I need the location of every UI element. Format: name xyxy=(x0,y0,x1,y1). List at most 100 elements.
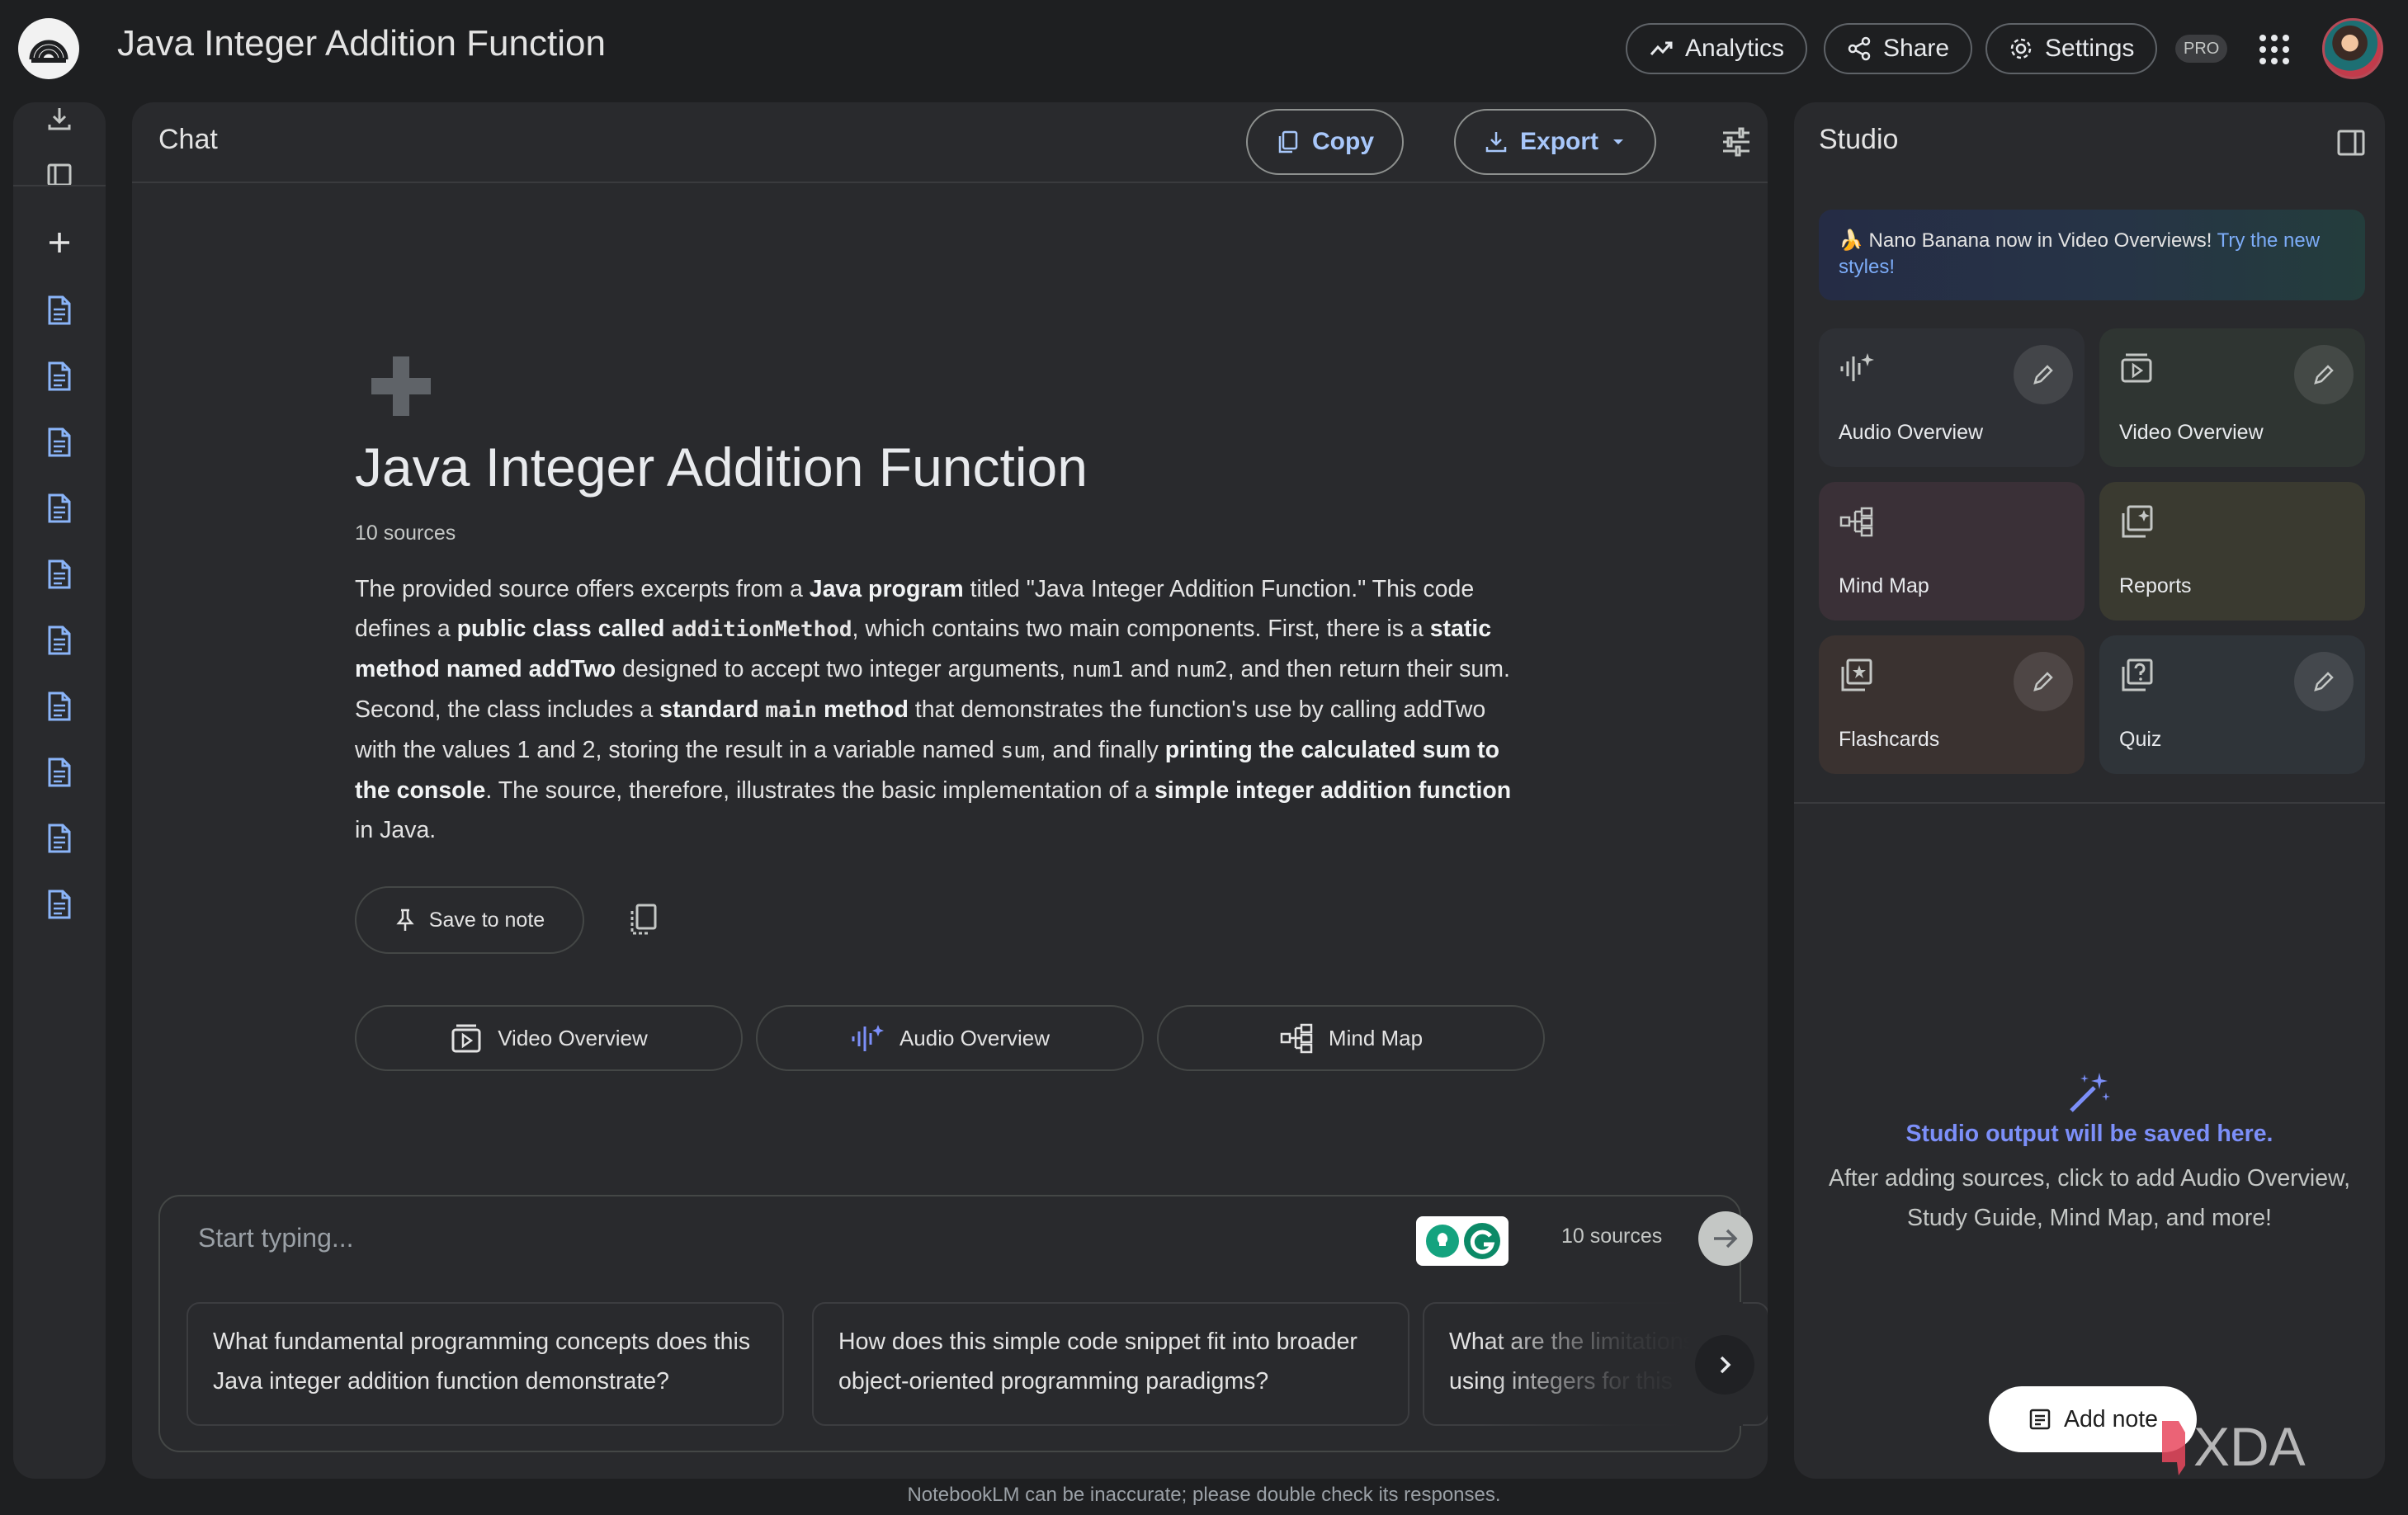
download-icon xyxy=(1485,132,1507,153)
chip-mind-map[interactable]: Mind Map xyxy=(1157,1005,1545,1071)
tile-mind-map[interactable]: Mind Map xyxy=(1819,482,2085,621)
arrow-right-icon xyxy=(1714,1229,1738,1248)
tile-flashcards[interactable]: Flashcards xyxy=(1819,635,2085,774)
trending-up-icon xyxy=(1650,41,1673,55)
source-document-icon[interactable] xyxy=(43,690,76,723)
collapse-panel-icon[interactable] xyxy=(43,158,76,191)
chip-label: Video Overview xyxy=(498,1025,648,1050)
suggestions-next-button[interactable] xyxy=(1695,1335,1754,1395)
add-note-label: Add note xyxy=(2063,1405,2159,1432)
edit-button[interactable] xyxy=(2014,652,2073,711)
disclaimer: NotebookLM can be inaccurate; please dou… xyxy=(907,1484,1501,1506)
apps-grid-icon[interactable] xyxy=(2258,33,2291,66)
export-label: Export xyxy=(1520,128,1599,155)
notebook-summary: The provided source offers excerpts from… xyxy=(355,576,1512,843)
tile-label: Reports xyxy=(2119,574,2192,597)
chip-label: Mind Map xyxy=(1328,1025,1424,1050)
save-to-note-button[interactable]: Save to note xyxy=(355,886,584,954)
collapse-panel-icon[interactable] xyxy=(2335,127,2367,158)
suggestion-card[interactable]: What fundamental programming concepts do… xyxy=(187,1302,784,1426)
input-sources-count: 10 sources xyxy=(1561,1225,1663,1248)
tile-audio-overview[interactable]: Audio Overview xyxy=(1819,328,2085,467)
tile-quiz[interactable]: Quiz xyxy=(2099,635,2365,774)
quiz-icon xyxy=(2122,658,2153,691)
source-document-icon[interactable] xyxy=(43,624,76,657)
copy-button[interactable]: Copy xyxy=(1246,109,1404,175)
chip-video-overview[interactable]: Video Overview xyxy=(355,1005,743,1071)
mind-map-icon xyxy=(1280,1023,1313,1054)
notebooklm-logo-icon xyxy=(29,40,68,63)
add-source-icon[interactable] xyxy=(43,226,76,259)
chip-audio-overview[interactable]: Audio Overview xyxy=(756,1005,1144,1071)
pencil-icon xyxy=(2314,365,2334,385)
source-document-icon[interactable] xyxy=(43,888,76,921)
share-button[interactable]: Share xyxy=(1824,23,1973,74)
suggestion-card[interactable]: How does this simple code snippet fit in… xyxy=(812,1302,1409,1426)
top-bar: Java Integer Addition Function Analytics… xyxy=(0,0,2408,99)
tune-settings-icon[interactable] xyxy=(1720,125,1753,158)
tile-video-overview[interactable]: Video Overview xyxy=(2099,328,2365,467)
announcement-banner: 🍌 Nano Banana now in Video Overviews! Tr… xyxy=(1819,210,2365,300)
studio-panel: Studio 🍌 Nano Banana now in Video Overvi… xyxy=(1794,102,2385,1479)
tile-label: Audio Overview xyxy=(1839,421,1984,444)
edit-button[interactable] xyxy=(2014,345,2073,404)
chat-input-area: Start typing... 10 sources What fundamen… xyxy=(158,1195,1768,1452)
avatar[interactable] xyxy=(2322,18,2383,79)
source-document-icon[interactable] xyxy=(43,426,76,459)
share-icon xyxy=(1848,36,1871,61)
tile-reports[interactable]: Reports xyxy=(2099,482,2365,621)
xda-watermark: XDA xyxy=(2157,1414,2380,1477)
pin-icon xyxy=(396,909,414,931)
send-button[interactable] xyxy=(1698,1211,1753,1266)
copy-icon xyxy=(1278,130,1298,153)
xda-logo-icon: XDA xyxy=(2162,1416,2306,1477)
pro-badge: PRO xyxy=(2175,35,2228,63)
pencil-icon xyxy=(2314,672,2334,691)
source-document-icon[interactable] xyxy=(43,360,76,393)
audio-waveform-icon xyxy=(852,1025,884,1051)
pencil-icon xyxy=(2033,365,2053,385)
download-icon[interactable] xyxy=(43,102,76,135)
notebook-emoji-icon xyxy=(371,356,431,416)
studio-divider xyxy=(1794,802,2385,804)
grammarly-widget[interactable] xyxy=(1416,1216,1509,1266)
source-document-icon[interactable] xyxy=(43,756,76,789)
settings-label: Settings xyxy=(2045,35,2135,62)
sources-rail xyxy=(13,102,106,1479)
source-document-icon[interactable] xyxy=(43,294,76,327)
mind-map-icon xyxy=(1839,507,1873,537)
edit-button[interactable] xyxy=(2294,652,2354,711)
notebook-title[interactable]: Java Integer Addition Function xyxy=(117,23,606,64)
rail-divider xyxy=(13,185,106,186)
studio-header: Studio xyxy=(1794,102,2385,183)
chip-label: Audio Overview xyxy=(899,1025,1051,1050)
share-label: Share xyxy=(1883,35,1950,62)
pencil-icon xyxy=(2033,672,2053,691)
video-icon xyxy=(451,1024,481,1053)
source-document-icon[interactable] xyxy=(43,492,76,525)
audio-waveform-icon xyxy=(1840,353,1874,381)
grammarly-icon xyxy=(1426,1223,1500,1259)
studio-empty-description: After adding sources, click to add Audio… xyxy=(1828,1165,2351,1231)
edit-button[interactable] xyxy=(2294,345,2354,404)
tile-label: Flashcards xyxy=(1839,728,1940,751)
source-document-icon[interactable] xyxy=(43,822,76,855)
tile-label: Video Overview xyxy=(2119,421,2264,444)
export-button[interactable]: Export xyxy=(1454,109,1657,175)
source-document-icon[interactable] xyxy=(43,558,76,591)
save-to-note-label: Save to note xyxy=(428,908,545,932)
tile-label: Mind Map xyxy=(1839,574,1929,597)
notebook-sources-count: 10 sources xyxy=(355,522,456,545)
notebooklm-logo[interactable] xyxy=(18,18,79,79)
tile-label: Quiz xyxy=(2119,728,2162,751)
magic-wand-icon xyxy=(2070,1073,2110,1112)
chevron-right-icon xyxy=(1720,1356,1731,1374)
chat-input[interactable]: Start typing... xyxy=(198,1223,354,1253)
svg-text:XDA: XDA xyxy=(2193,1416,2306,1475)
settings-button[interactable]: Settings xyxy=(1985,23,2158,74)
copy-label: Copy xyxy=(1312,128,1374,155)
analytics-button[interactable]: Analytics xyxy=(1626,23,1808,74)
chat-panel: Chat Copy Export Java Integer Addition F… xyxy=(132,102,1768,1479)
copy-response-icon[interactable] xyxy=(626,901,662,937)
notebook-heading: Java Integer Addition Function xyxy=(355,437,1088,498)
